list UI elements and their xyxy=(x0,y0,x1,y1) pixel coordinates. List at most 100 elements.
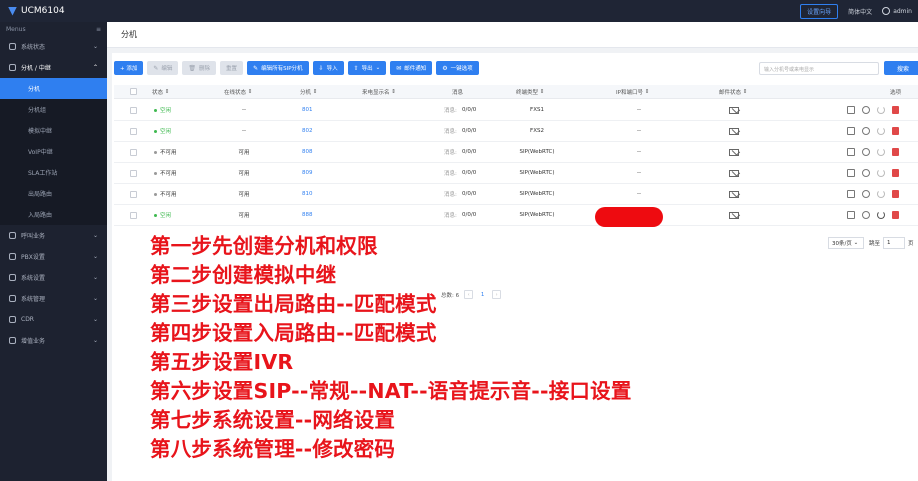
user-menu[interactable]: admin xyxy=(882,7,912,15)
extension-number[interactable]: 801 xyxy=(302,100,313,120)
reboot-button[interactable]: 重置 xyxy=(220,61,244,75)
col-online[interactable]: 在线状态 ⇕ xyxy=(224,85,252,98)
table-row: 空闲 -- 801 消息: 0/0/0 FXS1 -- xyxy=(114,100,918,121)
message-label: 消息: xyxy=(444,192,457,198)
chevron-up-icon: ⌃ xyxy=(92,64,98,71)
col-extension[interactable]: 分机 ⇕ xyxy=(300,85,317,98)
history-icon[interactable] xyxy=(862,190,870,198)
menu-toggle-icon[interactable]: ≡ xyxy=(96,26,101,33)
col-ip[interactable]: IP和端口号 ⇕ xyxy=(616,85,649,98)
col-terminal[interactable]: 终端类型 ⇕ xyxy=(516,85,544,98)
extension-number[interactable]: 802 xyxy=(302,121,313,141)
status-text: 不可用 xyxy=(160,150,177,156)
select-all-checkbox[interactable] xyxy=(130,88,137,95)
ip-port: -- xyxy=(637,170,641,176)
message-count: 0/0/0 xyxy=(462,170,477,176)
sidebar-sub-extension[interactable]: 分机 xyxy=(0,78,107,99)
trash-icon[interactable] xyxy=(892,169,899,177)
delete-button[interactable]: 🗑 删除 xyxy=(182,61,217,75)
export-button[interactable]: ⇧ 导出 ⌄ xyxy=(347,61,387,75)
setup-wizard-button[interactable]: 设置向导 xyxy=(800,3,839,19)
status-dot xyxy=(154,171,157,175)
row-checkbox[interactable] xyxy=(130,148,137,156)
power-icon[interactable] xyxy=(877,169,885,177)
history-icon[interactable] xyxy=(862,211,870,219)
logo-icon xyxy=(8,6,17,16)
status-text: 空闲 xyxy=(160,108,172,114)
extension-number[interactable]: 808 xyxy=(302,142,313,162)
edit-all-sip-button[interactable]: ✎ 编辑所有SIP分机 xyxy=(247,61,309,75)
sidebar-sub-inbound-route[interactable]: 入局路由 xyxy=(0,204,107,225)
edit-button[interactable]: ✎ 编辑 xyxy=(147,61,179,75)
edit-icon[interactable] xyxy=(847,211,855,219)
history-icon[interactable] xyxy=(862,106,870,114)
online-status: 可用 xyxy=(238,171,250,177)
search-button[interactable]: 搜索 xyxy=(884,61,918,75)
trash-icon[interactable] xyxy=(892,127,899,135)
add-button[interactable]: + 添加 xyxy=(114,61,144,75)
sidebar-sub-voip-trunk[interactable]: VoIP中继 xyxy=(0,141,107,162)
history-icon[interactable] xyxy=(862,148,870,156)
online-status: -- xyxy=(242,107,246,113)
sidebar-item-maintenance[interactable]: 系统管理 ⌄ xyxy=(0,288,107,309)
message-count: 0/0/0 xyxy=(462,212,477,218)
power-icon[interactable] xyxy=(877,106,885,114)
edit-icon[interactable] xyxy=(847,148,855,156)
edit-icon[interactable] xyxy=(847,106,855,114)
email-notify-button[interactable]: ✉ 邮件通知 xyxy=(390,61,433,75)
mail-status-icon xyxy=(729,127,739,135)
trash-icon[interactable] xyxy=(892,106,899,114)
row-checkbox[interactable] xyxy=(130,211,137,219)
language-select[interactable]: 简体中文 xyxy=(848,7,872,16)
row-checkbox[interactable] xyxy=(130,106,137,114)
sidebar-sub-extension-group[interactable]: 分机组 xyxy=(0,99,107,120)
onekey-options-button[interactable]: ⚙ 一键选项 xyxy=(436,61,479,75)
sidebar-sub-outbound-route[interactable]: 出局路由 xyxy=(0,183,107,204)
gear-icon xyxy=(9,253,16,260)
col-message: 消息 xyxy=(452,89,464,96)
users-icon xyxy=(9,64,16,71)
history-icon[interactable] xyxy=(862,127,870,135)
extension-number[interactable]: 810 xyxy=(302,184,313,204)
row-checkbox[interactable] xyxy=(130,169,137,177)
chevron-down-icon: ⌄ xyxy=(92,253,98,260)
extension-number[interactable]: 888 xyxy=(302,205,313,225)
row-checkbox[interactable] xyxy=(130,190,137,198)
sidebar-sub-sla-station[interactable]: SLA工作站 xyxy=(0,162,107,183)
import-button[interactable]: ⇩ 导入 xyxy=(312,61,344,75)
sidebar-sub-analog-trunk[interactable]: 模拟中继 xyxy=(0,120,107,141)
sidebar-item-value-added[interactable]: 增值业务 ⌄ xyxy=(0,330,107,351)
message-label: 消息: xyxy=(444,171,457,177)
jump-page-input[interactable]: 1 xyxy=(883,237,906,249)
edit-icon: ✎ xyxy=(253,64,259,72)
col-email[interactable]: 邮件状态 ⇕ xyxy=(719,85,747,98)
trash-icon[interactable] xyxy=(892,211,899,219)
sidebar-item-extension-trunk[interactable]: 分机 / 中继 ⌃ xyxy=(0,57,107,78)
history-icon[interactable] xyxy=(862,169,870,177)
trash-icon[interactable] xyxy=(892,190,899,198)
extension-number[interactable]: 809 xyxy=(302,163,313,183)
step-4: 第四步设置入局路由--匹配模式 xyxy=(150,321,437,345)
col-callerid[interactable]: 来电显示名 ⇕ xyxy=(362,85,396,98)
trash-icon[interactable] xyxy=(892,148,899,156)
row-checkbox[interactable] xyxy=(130,127,137,135)
sidebar-item-cdr[interactable]: CDR ⌄ xyxy=(0,309,107,330)
sidebar-item-system-status[interactable]: 系统状态 ⌄ xyxy=(0,36,107,57)
search-input[interactable]: 输入分机号或来电显示 xyxy=(759,62,879,75)
edit-icon[interactable] xyxy=(847,190,855,198)
status-cell: 不可用 xyxy=(154,163,177,183)
sidebar-item-call-features[interactable]: 呼叫业务 ⌄ xyxy=(0,225,107,246)
settings-icon xyxy=(9,274,16,281)
edit-icon[interactable] xyxy=(847,169,855,177)
per-page-select[interactable]: 30条/页 ⌄ xyxy=(828,237,864,249)
status-dot xyxy=(154,150,157,154)
sidebar-item-pbx-settings[interactable]: PBX设置 ⌄ xyxy=(0,246,107,267)
col-status[interactable]: 状态 ⇕ xyxy=(152,85,169,98)
power-icon[interactable] xyxy=(877,148,885,156)
power-icon[interactable] xyxy=(877,211,885,219)
chevron-down-icon: ⌄ xyxy=(92,43,98,50)
sidebar-item-system-settings[interactable]: 系统设置 ⌄ xyxy=(0,267,107,288)
power-icon[interactable] xyxy=(877,127,885,135)
edit-icon[interactable] xyxy=(847,127,855,135)
power-icon[interactable] xyxy=(877,190,885,198)
